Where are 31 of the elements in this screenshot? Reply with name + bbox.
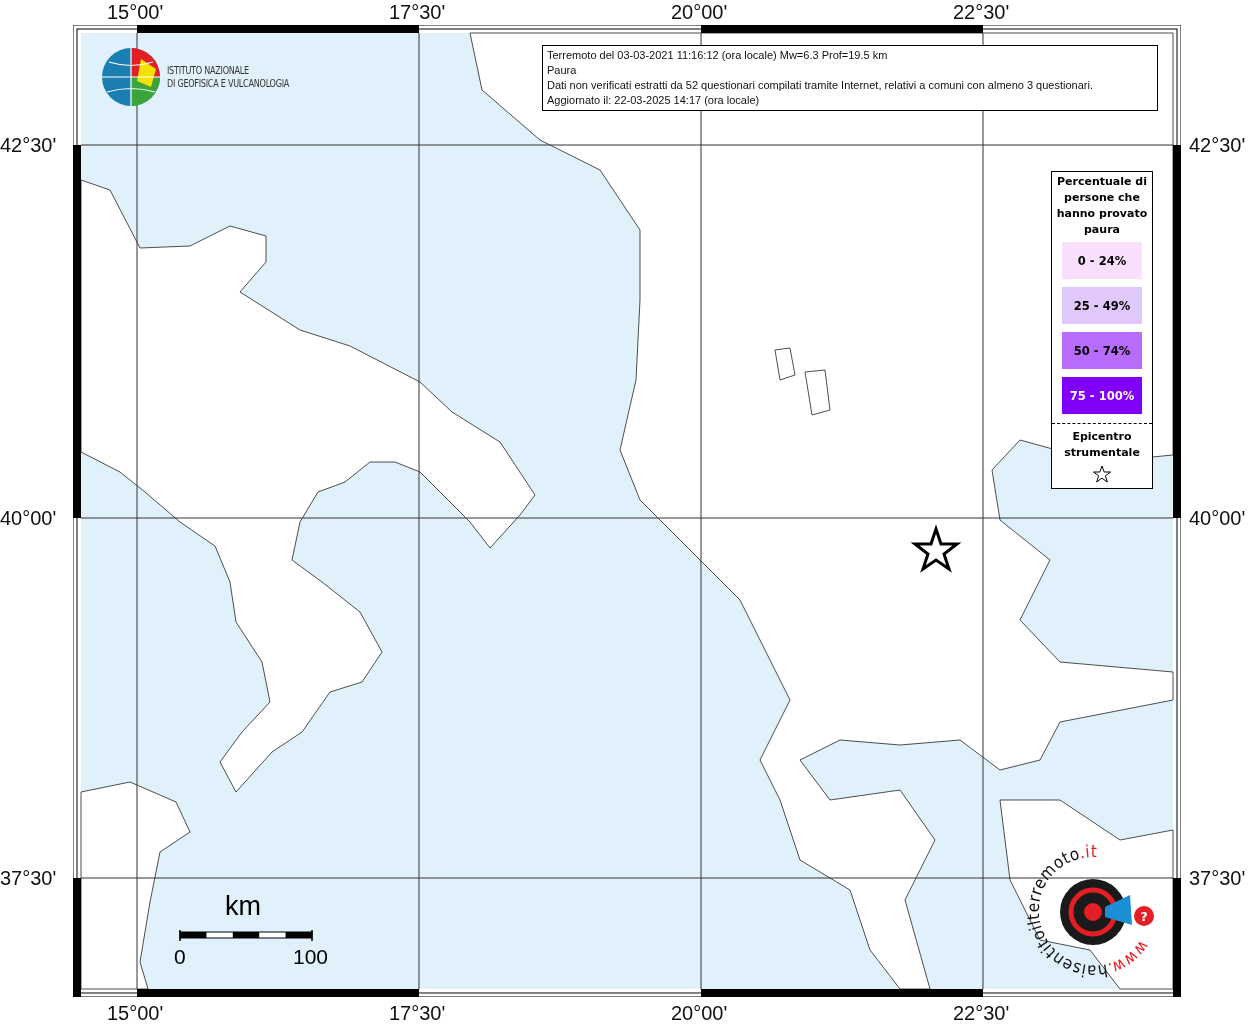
longitude-label: 17°30' — [389, 1003, 446, 1023]
longitude-label: 22°30' — [953, 2, 1010, 22]
legend-swatch: 25 - 49% — [1062, 287, 1142, 324]
scale-label: 0 — [174, 945, 186, 969]
longitude-label: 22°30' — [953, 1003, 1010, 1023]
latitude-label: 42°30' — [0, 135, 57, 155]
longitude-label: 20°00' — [671, 2, 728, 22]
longitude-label: 15°00' — [107, 1003, 164, 1023]
longitude-label: 20°00' — [671, 1003, 728, 1023]
info-text: Terremoto del 03-03-2021 11:16:12 (ora locale) Mw=6.3 Prof=19.5 km — [547, 48, 889, 63]
legend-label: Epicentro strumentale — [1063, 429, 1141, 461]
legend-swatch: 0 - 24% — [1062, 242, 1142, 279]
legend-swatch: 50 - 74% — [1062, 332, 1142, 369]
legend-title: Percentuale di persone che hanno provato paura — [1055, 174, 1149, 238]
longitude-label: 17°30' — [389, 2, 446, 22]
legend-swatch: 75 - 100% — [1062, 377, 1142, 414]
info-text: Aggiornato il: 22-03-2025 14:17 (ora locale) — [547, 93, 761, 108]
star-icon — [1092, 465, 1112, 484]
latitude-label: 40°00' — [1189, 508, 1246, 528]
info-text: Dati non verificati estratti da 52 questionari compilati tramite Internet, relativi a comuni con almeno 3 questionari. — [547, 78, 1094, 93]
latitude-label: 42°30' — [1189, 135, 1246, 155]
info-text: Paura — [547, 63, 578, 78]
institute-name: ISTITUTO NAZIONALE DI GEOFISICA E VULCANOLOGIA — [167, 64, 290, 90]
longitude-label: 15°00' — [107, 2, 164, 22]
scale-unit: km — [225, 891, 261, 922]
latitude-label: 37°30' — [0, 868, 57, 888]
globe-logo-icon — [101, 47, 161, 107]
latitude-label: 40°00' — [0, 508, 57, 528]
epicenter-star-icon — [910, 524, 962, 573]
scale-label: 100 — [293, 945, 329, 969]
latitude-label: 37°30' — [1189, 868, 1246, 888]
